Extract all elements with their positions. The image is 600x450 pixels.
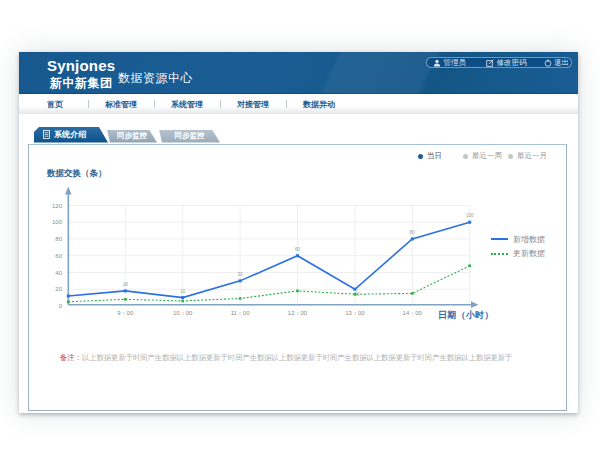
series-label: 新增数据 xyxy=(513,234,545,245)
logout-button[interactable]: 退出 xyxy=(544,58,570,68)
user-menu[interactable]: 管理员 xyxy=(433,58,466,68)
svg-text:18: 18 xyxy=(123,282,129,287)
filter-label: 最近一月 xyxy=(517,151,547,161)
page-card: Synjones 新中新集团 数据资源中心 管理员 修改密码 退出 首页 标准管… xyxy=(19,52,578,413)
svg-text:14：00: 14：00 xyxy=(403,310,423,316)
filter-last-month[interactable]: 最近一月 xyxy=(508,151,553,161)
svg-text:80: 80 xyxy=(410,230,416,235)
svg-text:20: 20 xyxy=(55,286,62,292)
filter-dot xyxy=(418,154,423,159)
svg-text:120: 120 xyxy=(52,203,63,209)
svg-text:10：00: 10：00 xyxy=(173,310,193,316)
tab-label: 系统介绍 xyxy=(54,129,86,140)
change-password-label: 修改密码 xyxy=(497,58,527,68)
svg-text:11：00: 11：00 xyxy=(231,310,251,316)
filter-dot xyxy=(463,154,468,159)
dotted-line-sample xyxy=(491,253,508,255)
app-header: Synjones 新中新集团 数据资源中心 管理员 修改密码 退出 xyxy=(19,52,578,94)
series-legend-new-data[interactable]: 新增数据 xyxy=(491,234,545,244)
nav-item-home[interactable]: 首页 xyxy=(23,99,88,110)
svg-text:10: 10 xyxy=(180,289,186,294)
change-password-button[interactable]: 修改密码 xyxy=(486,58,527,68)
edit-icon xyxy=(486,59,494,67)
tab-system-intro[interactable]: 系统介绍 xyxy=(34,127,108,143)
series-label: 更新数据 xyxy=(513,248,545,259)
user-toolbar: 管理员 修改密码 退出 xyxy=(426,57,572,68)
nav-item-data-change[interactable]: 数据异动 xyxy=(287,99,352,110)
svg-text:60: 60 xyxy=(55,253,62,259)
series-legend: 新增数据 更新数据 xyxy=(491,234,545,263)
svg-text:30: 30 xyxy=(238,272,244,277)
svg-text:13：00: 13：00 xyxy=(345,310,365,316)
svg-text:日期（小时）: 日期（小时） xyxy=(438,310,494,320)
solid-line-sample xyxy=(491,238,508,240)
tab-sync-monitor-2[interactable]: 同步监控 xyxy=(159,130,220,143)
svg-text:100: 100 xyxy=(52,219,63,225)
filter-label: 最近一周 xyxy=(472,151,502,161)
svg-text:9：00: 9：00 xyxy=(117,310,134,316)
main-nav: 首页 标准管理 系统管理 对接管理 数据异动 xyxy=(19,94,578,114)
svg-text:100: 100 xyxy=(466,213,474,218)
nav-item-system[interactable]: 系统管理 xyxy=(155,99,220,110)
document-icon xyxy=(43,130,50,139)
logout-label: 退出 xyxy=(554,58,569,68)
series-legend-updated-data[interactable]: 更新数据 xyxy=(491,249,545,259)
nav-item-interface[interactable]: 对接管理 xyxy=(221,99,286,110)
svg-text:80: 80 xyxy=(55,236,62,242)
tab-sync-monitor-1[interactable]: 同步监控 xyxy=(107,130,157,143)
filter-label: 当日 xyxy=(427,151,442,161)
content-panel: 当日 最近一周 最近一月 数据交换（条） 0 20 40 60 80 100 120 9：00… xyxy=(28,144,567,411)
app-title: 数据资源中心 xyxy=(118,70,193,87)
footnote-prefix: 备注： xyxy=(60,353,82,362)
brand-logo-chinese: 新中新集团 xyxy=(47,75,115,92)
logout-icon xyxy=(544,59,552,67)
brand-logo-latin: Synjones xyxy=(47,57,115,74)
brand-logo: Synjones 新中新集团 xyxy=(47,57,115,92)
time-filter-legend: 当日 最近一周 最近一月 xyxy=(418,151,553,161)
tab-bar: 系统介绍 同步监控 同步监控 xyxy=(33,127,453,141)
svg-text:12：00: 12：00 xyxy=(288,310,308,316)
filter-today[interactable]: 当日 xyxy=(418,151,463,161)
nav-item-standards[interactable]: 标准管理 xyxy=(89,99,154,110)
footnote-text: 以上数据更新于时间产生数据以上数据更新于时间产生数据以上数据更新于时间产生数据以… xyxy=(82,353,513,362)
tab-label: 同步监控 xyxy=(175,131,205,141)
tab-label: 同步监控 xyxy=(117,131,147,141)
svg-text:0: 0 xyxy=(59,303,63,309)
svg-text:40: 40 xyxy=(55,270,62,276)
filter-last-week[interactable]: 最近一周 xyxy=(463,151,508,161)
footnote: 备注：以上数据更新于时间产生数据以上数据更新于时间产生数据以上数据更新于时间产生… xyxy=(60,353,512,363)
user-name: 管理员 xyxy=(444,58,467,68)
user-icon xyxy=(433,59,441,67)
line-chart: 0 20 40 60 80 100 120 9：00 10：00 11：00 12：00 13：00 1… xyxy=(29,145,560,412)
y-axis-title: 数据交换（条） xyxy=(47,168,107,180)
filter-dot xyxy=(508,154,513,159)
svg-text:60: 60 xyxy=(295,247,301,252)
